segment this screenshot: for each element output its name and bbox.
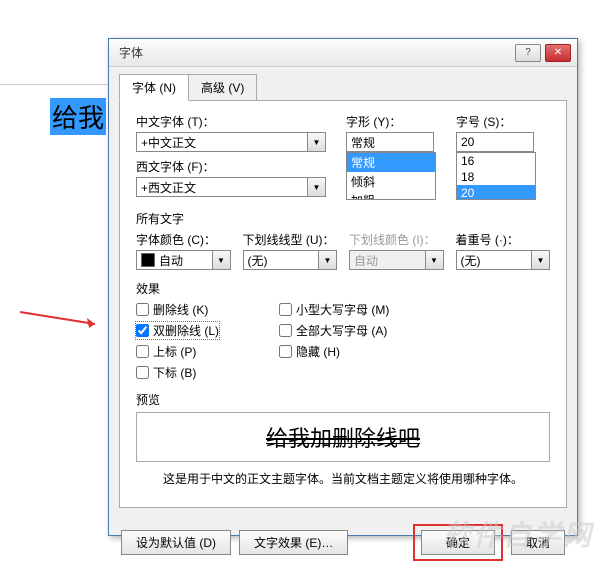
style-option-italic[interactable]: 倾斜: [347, 172, 435, 191]
checkbox-allcaps[interactable]: 全部大写字母 (A): [279, 322, 389, 339]
preview-label: 预览: [136, 391, 550, 408]
dialog-title: 字体: [115, 44, 515, 61]
checkbox-subscript[interactable]: 下标 (B): [136, 364, 219, 381]
font-color-value[interactable]: 自动: [136, 250, 213, 270]
checkbox-double-strikethrough[interactable]: 双删除线 (L): [136, 322, 219, 339]
font-color-dropdown[interactable]: ▼: [213, 250, 231, 270]
annotation-arrow: [15, 310, 105, 330]
font-dialog: 字体 ? ✕ 字体 (N) 高级 (V) 中文字体 (T)： ▼ 西文字体 (F…: [108, 38, 578, 536]
underline-color-label: 下划线颜色 (I)：: [349, 231, 444, 248]
size-option-20[interactable]: 20: [457, 185, 535, 200]
watermark: 软件自学网: [443, 514, 593, 554]
font-style-input[interactable]: [346, 132, 434, 152]
tab-font[interactable]: 字体 (N): [119, 74, 189, 101]
help-button[interactable]: ?: [515, 44, 541, 62]
size-option-18[interactable]: 18: [457, 169, 535, 185]
font-color-label: 字体颜色 (C)：: [136, 231, 231, 248]
emphasis-label: 着重号 (·)：: [456, 231, 551, 248]
font-size-label: 字号 (S)：: [456, 113, 536, 130]
western-font-input[interactable]: [136, 177, 308, 197]
all-text-label: 所有文字: [136, 210, 550, 227]
underline-style-value[interactable]: (无): [243, 250, 320, 270]
font-style-label: 字形 (Y)：: [346, 113, 436, 130]
effects-label: 效果: [136, 280, 550, 297]
emphasis-value[interactable]: (无): [456, 250, 533, 270]
preview-note: 这是用于中文的正文主题字体。当前文档主题定义将使用哪种字体。: [136, 470, 550, 487]
underline-style-label: 下划线线型 (U)：: [243, 231, 338, 248]
text-effects-button[interactable]: 文字效果 (E)…: [239, 530, 348, 555]
preview-box: 给我加删除线吧: [136, 412, 550, 462]
chinese-font-dropdown[interactable]: ▼: [308, 132, 326, 152]
emphasis-dropdown[interactable]: ▼: [532, 250, 550, 270]
chinese-font-label: 中文字体 (T)：: [136, 113, 326, 130]
set-default-button[interactable]: 设为默认值 (D): [121, 530, 231, 555]
checkbox-smallcaps[interactable]: 小型大写字母 (M): [279, 301, 389, 318]
titlebar[interactable]: 字体 ? ✕: [109, 39, 577, 67]
style-option-regular[interactable]: 常规: [347, 153, 435, 172]
color-swatch-icon: [141, 253, 155, 267]
western-font-label: 西文字体 (F)：: [136, 158, 326, 175]
checkbox-hidden[interactable]: 隐藏 (H): [279, 343, 389, 360]
size-option-16[interactable]: 16: [457, 153, 535, 169]
preview-text: 给我加删除线吧: [266, 421, 420, 453]
checkbox-superscript[interactable]: 上标 (P): [136, 343, 219, 360]
font-style-list[interactable]: 常规 倾斜 加粗: [346, 152, 436, 200]
close-button[interactable]: ✕: [545, 44, 571, 62]
tab-advanced[interactable]: 高级 (V): [188, 74, 257, 101]
document-selected-text[interactable]: 给我: [50, 98, 106, 135]
tab-bar: 字体 (N) 高级 (V): [119, 73, 577, 100]
ruler: [0, 84, 120, 86]
underline-color-value: 自动: [349, 250, 426, 270]
underline-style-dropdown[interactable]: ▼: [319, 250, 337, 270]
checkbox-strikethrough[interactable]: 删除线 (K): [136, 301, 219, 318]
font-size-list[interactable]: 16 18 20: [456, 152, 536, 200]
style-option-bold[interactable]: 加粗: [347, 191, 435, 200]
font-size-input[interactable]: [456, 132, 534, 152]
western-font-dropdown[interactable]: ▼: [308, 177, 326, 197]
chinese-font-input[interactable]: [136, 132, 308, 152]
tab-body: 中文字体 (T)： ▼ 西文字体 (F)： ▼ 字形 (Y)： 常规 倾斜 加粗: [119, 100, 567, 508]
underline-color-dropdown: ▼: [426, 250, 444, 270]
